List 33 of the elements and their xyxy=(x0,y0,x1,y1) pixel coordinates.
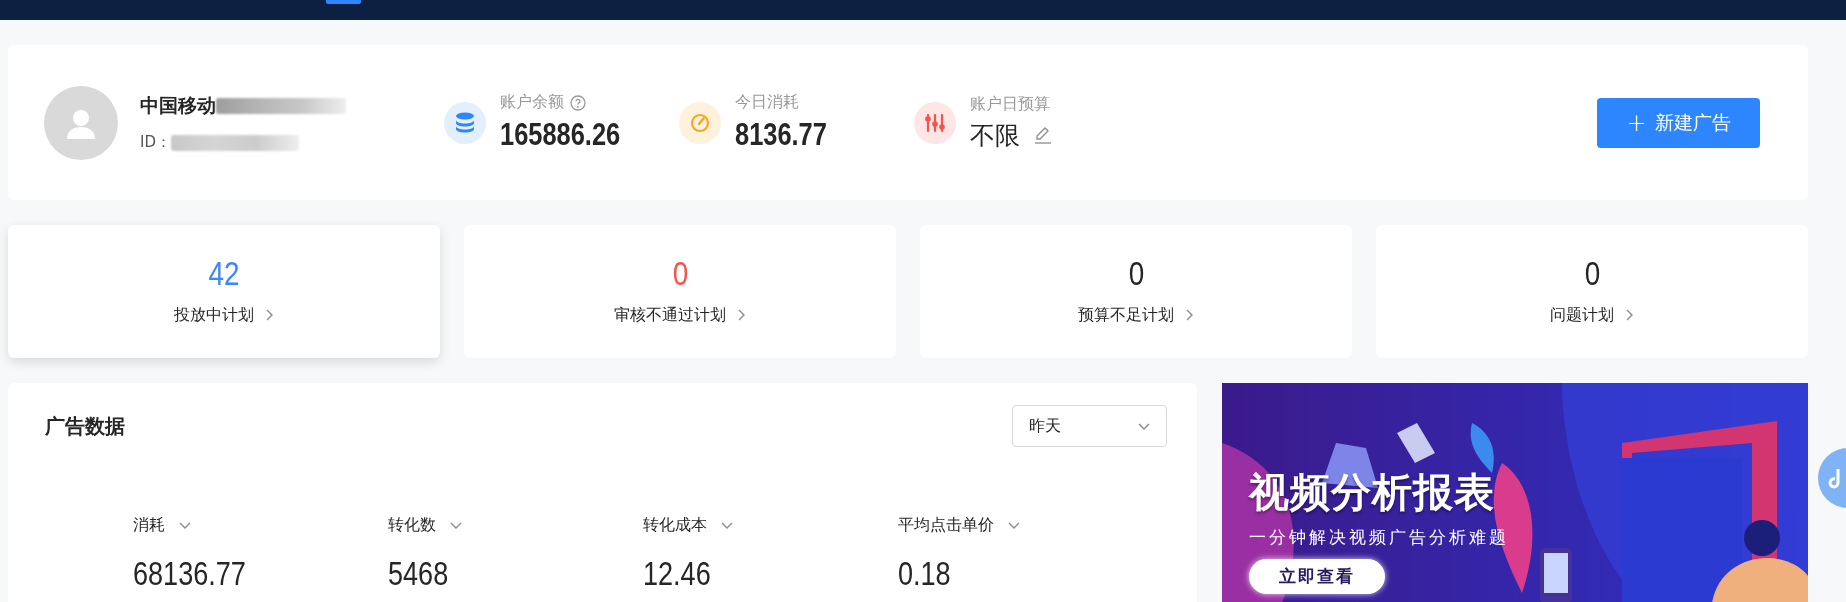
metric-value: 5468 xyxy=(388,555,449,593)
new-ad-button[interactable]: + 新建广告 xyxy=(1597,97,1760,148)
status-card[interactable]: 42 投放中计划 xyxy=(8,225,440,358)
metric-label: 平均点击单价 xyxy=(898,515,994,536)
banner-title: 视频分析报表 xyxy=(1249,468,1496,517)
stat-value: 165886.26 xyxy=(500,117,621,153)
plan-count: 0 xyxy=(1128,253,1144,293)
status-card[interactable]: 0 预算不足计划 xyxy=(920,225,1352,358)
plan-count: 0 xyxy=(1584,253,1600,293)
stat-label: 账户余额 xyxy=(500,92,564,113)
stat-value: 8136.77 xyxy=(735,117,827,153)
plan-label: 问题计划 xyxy=(1550,304,1614,326)
metric-label: 转化数 xyxy=(388,515,436,536)
plan-label: 投放中计划 xyxy=(174,304,254,326)
status-card[interactable]: 0 问题计划 xyxy=(1376,225,1808,358)
metric-value: 68136.77 xyxy=(133,555,246,593)
stat-label: 账户日预算 xyxy=(970,93,1050,115)
section-title: 广告数据 xyxy=(45,412,125,440)
stat-value: 不限 xyxy=(970,119,1020,152)
metric-value: 12.46 xyxy=(643,555,711,593)
metric-value: 0.18 xyxy=(898,555,951,593)
status-card[interactable]: 0 审核不通过计划 xyxy=(464,225,896,358)
metric-label: 转化成本 xyxy=(643,515,707,536)
metric-label: 消耗 xyxy=(133,515,165,536)
date-range-dropdown[interactable]: 昨天 xyxy=(1012,405,1167,447)
id-label: ID： xyxy=(140,133,171,152)
view-now-button[interactable]: 立即查看 xyxy=(1249,559,1385,594)
plan-count: 42 xyxy=(208,253,240,293)
plan-label: 预算不足计划 xyxy=(1078,304,1174,326)
plan-count: 0 xyxy=(672,253,688,293)
account-name: 中国移动 xyxy=(140,93,216,118)
plan-label: 审核不通过计划 xyxy=(614,304,726,326)
stat-label: 今日消耗 xyxy=(735,92,799,113)
